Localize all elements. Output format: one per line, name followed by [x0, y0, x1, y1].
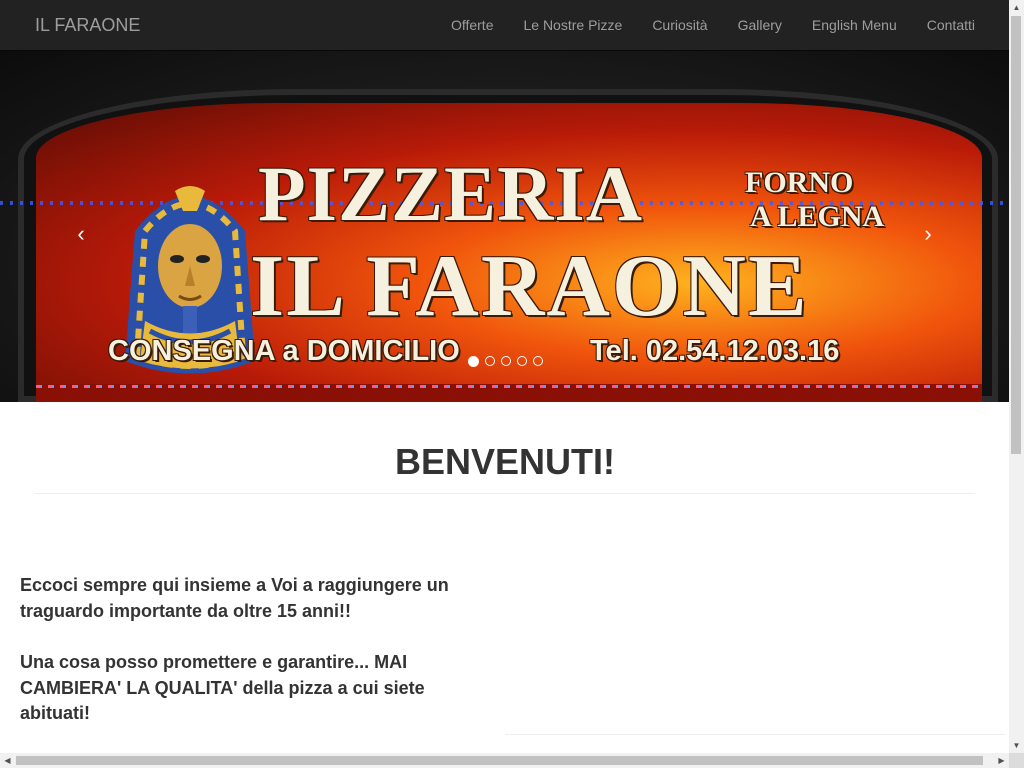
- nav-item-contatti[interactable]: Contatti: [912, 0, 975, 50]
- sign-pizzeria-text: PIZZERIA: [258, 150, 644, 237]
- carousel-next-icon[interactable]: ›: [913, 219, 943, 249]
- welcome-paragraph-1: Eccoci sempre qui insieme a Voi a raggiu…: [20, 575, 449, 621]
- sign-a-legna-text: A LEGNA: [750, 200, 885, 233]
- welcome-text: Eccoci sempre qui insieme a Voi a raggiu…: [20, 573, 480, 753]
- nav-item-le-nostre-pizze[interactable]: Le Nostre Pizze: [508, 0, 637, 50]
- sign-il-faraone-text: IL FARAONE: [250, 238, 809, 335]
- scroll-down-arrow-icon[interactable]: ▼: [1009, 738, 1024, 753]
- carousel-indicator-1[interactable]: [468, 356, 479, 367]
- nav-item-english-menu[interactable]: English Menu: [797, 0, 912, 50]
- carousel-indicators: [468, 356, 543, 367]
- carousel-indicator-5[interactable]: [533, 356, 543, 366]
- scroll-up-arrow-icon[interactable]: ▲: [1009, 0, 1024, 15]
- carousel-indicator-4[interactable]: [517, 356, 527, 366]
- page-viewport: IL FARAONE Offerte Le Nostre Pizze Curio…: [0, 0, 1009, 753]
- page-title: BENVENUTI!: [394, 441, 615, 482]
- scrollbar-corner: [1009, 753, 1024, 768]
- hero-carousel: PIZZERIA FORNO A LEGNA IL FARAONE CONSEG…: [0, 51, 1009, 402]
- horizontal-scroll-thumb[interactable]: [16, 756, 983, 765]
- carousel-prev-icon[interactable]: ‹: [66, 219, 96, 249]
- vertical-scrollbar[interactable]: ▲ ▼: [1009, 0, 1024, 753]
- sign-forno-text: FORNO: [745, 166, 854, 199]
- sign-consegna-text: CONSEGNA a DOMICILIO: [108, 335, 460, 367]
- top-navbar: IL FARAONE Offerte Le Nostre Pizze Curio…: [0, 0, 1009, 51]
- carousel-indicator-3[interactable]: [501, 356, 511, 366]
- vertical-scroll-thumb[interactable]: [1011, 16, 1021, 454]
- carousel-indicator-2[interactable]: [485, 356, 495, 366]
- sign-phone-text: Tel. 02.54.12.03.16: [590, 335, 840, 367]
- nav-item-offerte[interactable]: Offerte: [436, 0, 509, 50]
- welcome-paragraph-2: Una cosa posso promettere e garantire...…: [20, 652, 425, 723]
- scroll-left-arrow-icon[interactable]: ◀: [0, 753, 15, 768]
- nav-item-curiosita[interactable]: Curiosità: [637, 0, 722, 50]
- led-lights-bottom: [36, 385, 982, 388]
- title-divider: [35, 493, 975, 494]
- nav-menu: Offerte Le Nostre Pizze Curiosità Galler…: [436, 0, 975, 50]
- brand-link[interactable]: IL FARAONE: [35, 15, 140, 35]
- scroll-right-arrow-icon[interactable]: ▶: [994, 753, 1009, 768]
- right-column-divider: [505, 734, 1005, 735]
- nav-item-gallery[interactable]: Gallery: [723, 0, 797, 50]
- horizontal-scrollbar[interactable]: ◀ ▶: [0, 753, 1009, 768]
